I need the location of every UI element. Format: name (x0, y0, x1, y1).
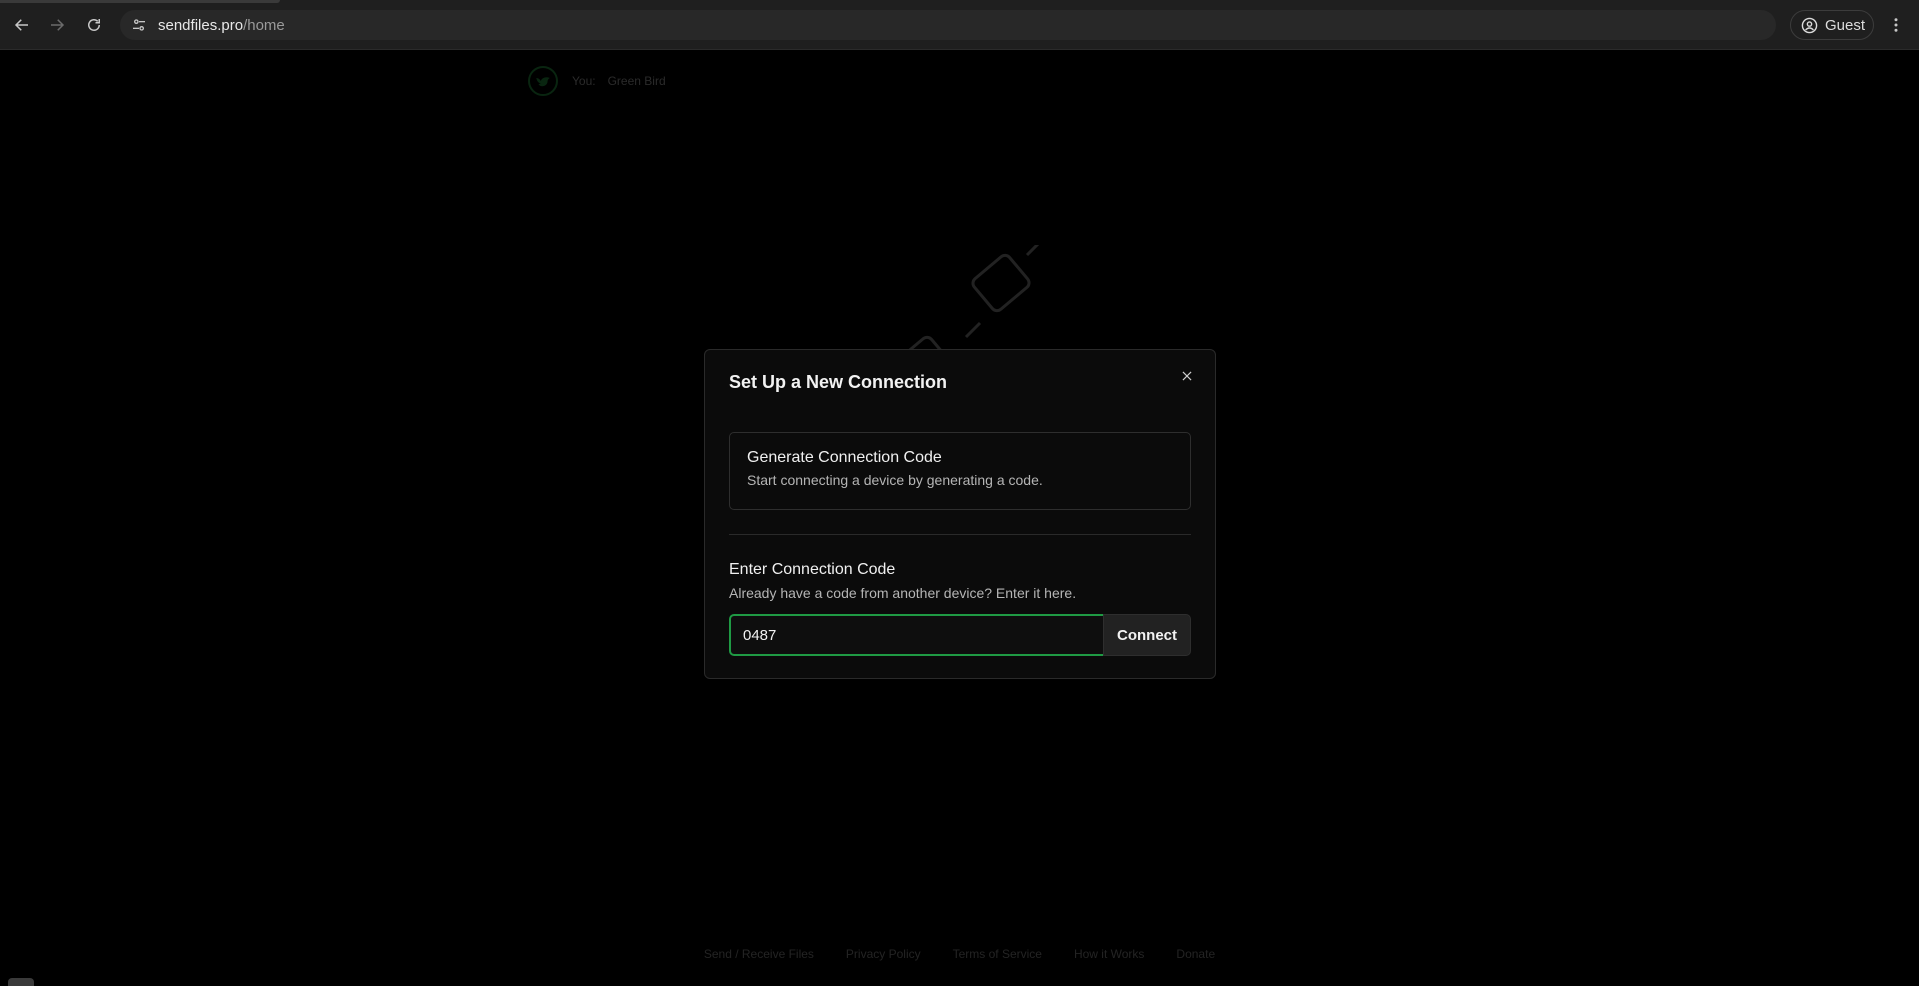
divider (729, 534, 1191, 535)
back-icon[interactable] (9, 12, 35, 38)
browser-toolbar: sendfiles.pro/home Guest (0, 0, 1919, 50)
profile-label: Guest (1825, 16, 1866, 34)
footer-nav: Send / Receive Files Privacy Policy Term… (0, 947, 1919, 961)
connect-button[interactable]: Connect (1103, 614, 1191, 656)
footer-link-terms[interactable]: Terms of Service (953, 947, 1042, 961)
footer-link-privacy[interactable]: Privacy Policy (846, 947, 921, 961)
url-host: sendfiles.pro (158, 16, 244, 34)
more-menu-icon[interactable] (1886, 12, 1906, 38)
bird-avatar-icon (528, 66, 558, 96)
forward-icon[interactable] (44, 12, 70, 38)
new-connection-dialog: Set Up a New Connection Generate Connect… (704, 349, 1216, 679)
reload-icon[interactable] (81, 12, 107, 38)
connection-code-input[interactable] (729, 614, 1107, 656)
profile-icon (1801, 17, 1818, 34)
footer-link-send-receive[interactable]: Send / Receive Files (704, 947, 814, 961)
active-tab-indicator (0, 0, 280, 3)
bottom-edge-tab (8, 978, 34, 986)
generate-code-title: Generate Connection Code (747, 449, 942, 466)
enter-code-description: Already have a code from another device?… (729, 585, 1077, 601)
footer-link-how-it-works[interactable]: How it Works (1074, 947, 1144, 961)
current-user: You: Green Bird (528, 66, 666, 96)
you-label: You: (572, 74, 596, 88)
generate-code-description: Start connecting a device by generating … (747, 472, 1043, 488)
generate-code-option[interactable]: Generate Connection Code Start connectin… (729, 432, 1191, 510)
close-icon[interactable] (1177, 366, 1197, 386)
site-settings-icon[interactable] (130, 16, 148, 34)
url-path: /home (243, 16, 285, 34)
profile-button[interactable]: Guest (1790, 10, 1874, 40)
address-bar[interactable]: sendfiles.pro/home (120, 10, 1776, 40)
dialog-title: Set Up a New Connection (729, 372, 948, 392)
url-text: sendfiles.pro/home (158, 17, 285, 34)
footer-link-donate[interactable]: Donate (1176, 947, 1215, 961)
user-name: Green Bird (607, 74, 666, 88)
enter-code-title: Enter Connection Code (729, 561, 896, 578)
